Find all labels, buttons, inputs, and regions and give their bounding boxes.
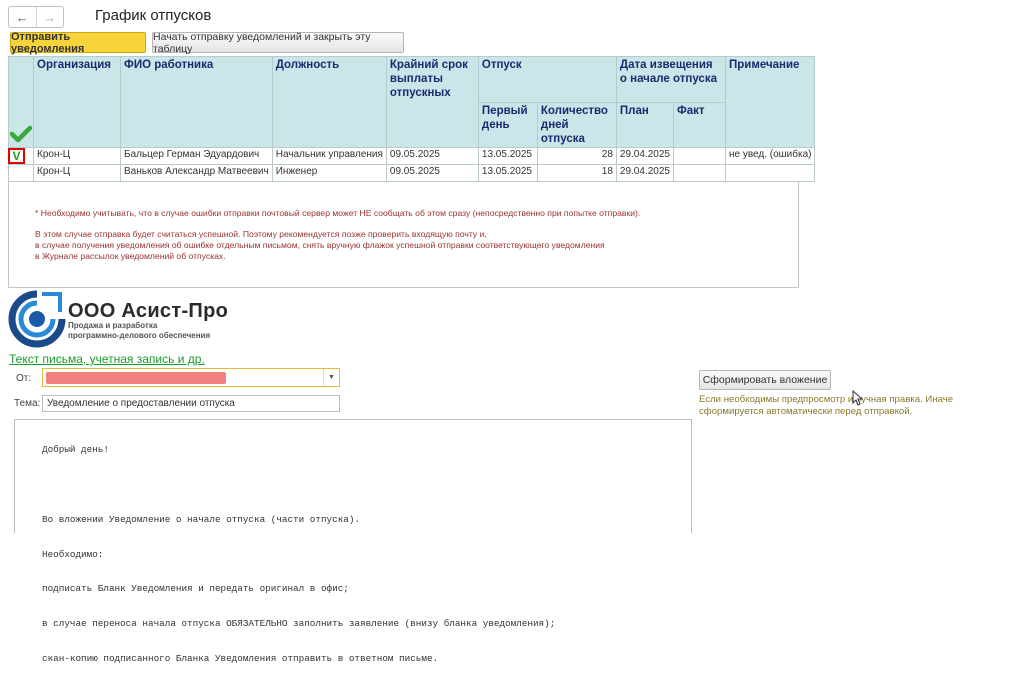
col-vacation[interactable]: Отпуск: [477, 56, 617, 103]
table-row[interactable]: Крон-Ц Ваньков Александр Матвеевич Инжен…: [8, 164, 816, 182]
subject-label: Тема:: [14, 398, 41, 409]
row-plan: 29.04.2025: [615, 164, 674, 182]
row-deadline: 09.05.2025: [385, 164, 479, 182]
row-first-day: 13.05.2025: [477, 147, 538, 165]
letter-settings-link[interactable]: Текст письма, учетная запись и др.: [9, 352, 205, 366]
row-note: не увед. (ошибка): [724, 147, 816, 165]
from-label: От:: [16, 373, 32, 384]
page-title: График отпусков: [95, 7, 212, 24]
sent-checkbox[interactable]: V: [8, 148, 25, 164]
vacation-table: Организация ФИО работника Должность Край…: [8, 56, 816, 182]
arrow-right-icon: →: [43, 9, 57, 25]
row-fact: [672, 164, 726, 182]
mouse-cursor-icon: [852, 390, 864, 406]
col-deadline[interactable]: Крайний срок выплаты отпускных: [385, 56, 479, 148]
col-note[interactable]: Примечание: [724, 56, 816, 148]
col-notify-date[interactable]: Дата извещения о начале отпуска: [615, 56, 726, 103]
row-days: 18: [536, 164, 617, 182]
row-org: Крон-Ц: [33, 164, 121, 182]
note-line-2: В этом случае отправка будет считаться у…: [35, 229, 487, 239]
from-select[interactable]: ▼: [42, 368, 340, 387]
subject-input[interactable]: Уведомление о предоставлении отпуска: [42, 395, 340, 412]
forward-button[interactable]: →: [35, 7, 64, 27]
col-fio[interactable]: ФИО работника: [120, 56, 273, 148]
attachment-hint: Если необходимы предпросмотр и ручная пр…: [699, 394, 954, 417]
checkmark-icon: [9, 125, 33, 143]
row-position: Начальник управления: [271, 147, 387, 165]
company-logo-icon: [8, 290, 66, 348]
note-line-3: в случае получения уведомления об ошибке…: [35, 240, 605, 250]
nav-buttons: ← →: [8, 6, 64, 28]
row-fio: Ваньков Александр Матвеевич: [120, 164, 273, 182]
row-note: [724, 164, 816, 182]
note-line-1: * Необходимо учитывать, что в случае оши…: [35, 208, 641, 218]
company-name: ООО Асист-Про: [68, 300, 229, 322]
row-plan: 29.04.2025: [615, 147, 674, 165]
col-org[interactable]: Организация: [33, 56, 121, 148]
back-button[interactable]: ←: [9, 7, 36, 27]
col-first-day[interactable]: Первый день: [477, 102, 538, 148]
check-column-header: [8, 56, 34, 148]
note-line-4: в Журнале рассылок уведомлений об отпуск…: [35, 251, 226, 261]
letter-body-text: Добрый день! Во вложении Уведомление о н…: [42, 444, 556, 664]
row-fio: Бальцер Герман Эдуардович: [120, 147, 273, 165]
chevron-down-icon[interactable]: ▼: [323, 369, 339, 386]
company-tagline: Продажа и разработка программно-делового…: [68, 321, 211, 340]
arrow-left-icon: ←: [15, 9, 29, 25]
col-fact[interactable]: Факт: [672, 102, 726, 148]
col-plan[interactable]: План: [615, 102, 674, 148]
row-position: Инженер: [271, 164, 387, 182]
row-fact: [672, 147, 726, 165]
row-days: 28: [536, 147, 617, 165]
row-first-day: 13.05.2025: [477, 164, 538, 182]
row-check-cell[interactable]: [8, 164, 34, 182]
col-position[interactable]: Должность: [271, 56, 387, 148]
col-days-count[interactable]: Количество дней отпуска: [536, 102, 617, 148]
row-org: Крон-Ц: [33, 147, 121, 165]
start-send-close-button[interactable]: Начать отправку уведомлений и закрыть эт…: [152, 31, 404, 55]
send-notifications-button[interactable]: Отправить уведомления: [10, 31, 146, 55]
row-deadline: 09.05.2025: [385, 147, 479, 165]
redacted-value: [46, 372, 226, 384]
generate-attachment-button[interactable]: Сформировать вложение: [699, 370, 831, 390]
table-row[interactable]: Крон-Ц Бальцер Герман Эдуардович Начальн…: [8, 147, 816, 165]
